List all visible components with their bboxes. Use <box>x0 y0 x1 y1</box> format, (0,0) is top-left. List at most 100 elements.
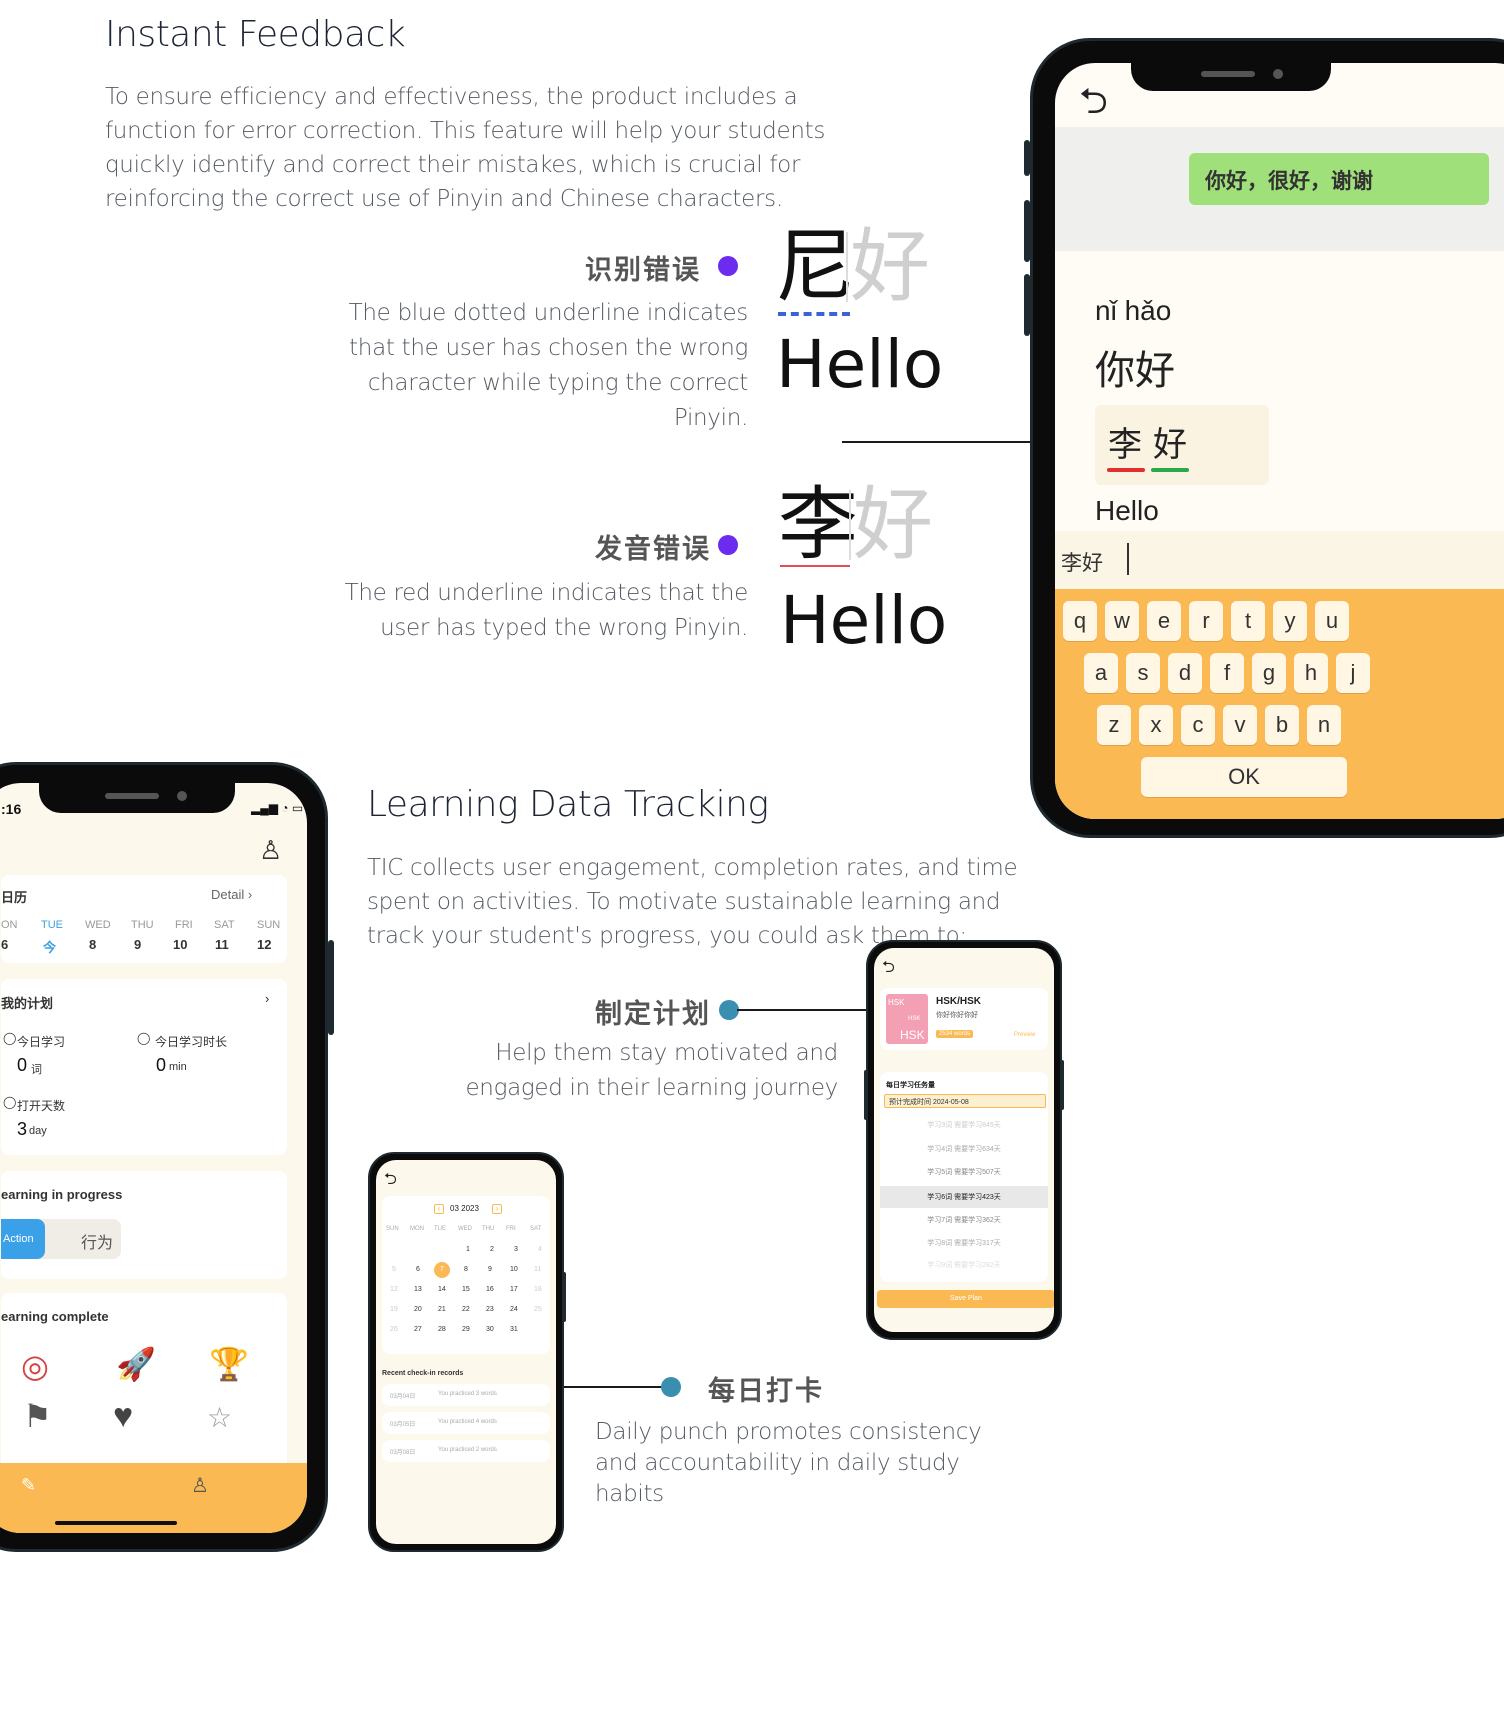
cal-day[interactable]: 18 <box>534 1286 542 1293</box>
weekday-tue: TUE <box>41 919 63 931</box>
phone-side-button <box>1024 140 1030 176</box>
cal-day[interactable]: 4 <box>538 1246 542 1253</box>
cal-day[interactable]: 6 <box>416 1266 420 1273</box>
cover-text-2: HSK <box>908 1016 921 1022</box>
cal-day[interactable]: 21 <box>438 1306 446 1313</box>
key-j[interactable]: j <box>1336 653 1370 693</box>
cal-day[interactable]: 28 <box>438 1326 446 1333</box>
key-d[interactable]: d <box>1168 653 1202 693</box>
day-8[interactable]: 8 <box>89 937 96 952</box>
action-cn-tab[interactable]: 行为 <box>81 1229 113 1253</box>
cal-day[interactable]: 17 <box>510 1286 518 1293</box>
key-u[interactable]: u <box>1315 601 1349 641</box>
user-icon[interactable]: ♙ <box>191 1473 209 1498</box>
cal-day[interactable]: 3 <box>514 1246 518 1253</box>
chevron-right-icon[interactable]: › <box>265 991 269 1006</box>
phone-calendar-screen: ⮌ ‹ 03 2023 › SUN MON TUE WED THU FRI SA… <box>376 1160 556 1544</box>
cal-day[interactable]: 11 <box>534 1266 541 1273</box>
cal-day[interactable]: 25 <box>534 1306 542 1313</box>
option-1[interactable]: 学习3词 需要学习845天 <box>880 1120 1048 1130</box>
key-r[interactable]: r <box>1189 601 1223 641</box>
book-sub: 你好你好你好 <box>936 1012 978 1019</box>
cal-day[interactable]: 31 <box>510 1326 518 1333</box>
cal-day[interactable]: 14 <box>438 1286 446 1293</box>
input-text: 李好 <box>1061 552 1103 575</box>
cal-day[interactable]: 1 <box>466 1246 470 1253</box>
cal-day[interactable]: 22 <box>462 1306 470 1313</box>
key-q[interactable]: q <box>1063 601 1097 641</box>
option-6[interactable]: 学习8词 需要学习317天 <box>880 1238 1048 1248</box>
status-icons: ▂▄▆ ◔ ▭ <box>251 801 304 815</box>
cal-day[interactable]: 29 <box>462 1326 470 1333</box>
option-5[interactable]: 学习7词 需要学习362天 <box>880 1215 1048 1225</box>
key-y[interactable]: y <box>1273 601 1307 641</box>
cal-day[interactable]: 5 <box>392 1266 396 1273</box>
option-4[interactable]: 学习6词 需要学习423天 <box>880 1192 1048 1202</box>
day-12[interactable]: 12 <box>257 937 271 952</box>
cal-day-today[interactable]: 7 <box>434 1262 450 1278</box>
section-body-learning-data: TIC collects user engagement, completion… <box>367 855 1018 949</box>
cal-day[interactable]: 10 <box>510 1266 518 1273</box>
feature-desc-punch: Daily punch promotes consistency and acc… <box>595 1419 982 1507</box>
cal-day[interactable]: 23 <box>486 1306 494 1313</box>
key-t[interactable]: t <box>1231 601 1265 641</box>
cal-day[interactable]: 16 <box>486 1286 494 1293</box>
answer-char-1: 李 <box>1108 426 1142 464</box>
cal-day[interactable]: 2 <box>490 1246 494 1253</box>
key-x[interactable]: x <box>1139 705 1173 745</box>
cal-day[interactable]: 20 <box>414 1306 422 1313</box>
back-arrow-icon-plan[interactable]: ⮌ <box>882 956 895 983</box>
back-arrow-icon-calendar[interactable]: ⮌ <box>384 1168 397 1195</box>
key-f[interactable]: f <box>1210 653 1244 693</box>
plan-card[interactable]: 我的计划 › ◯ 今日学习 0 词 ◯ 今日学习时长 0 min ◯ 打开天数 … <box>1 979 287 1155</box>
input-bar[interactable] <box>1055 531 1504 589</box>
key-w[interactable]: w <box>1105 601 1139 641</box>
phone-home: :16 ▂▄▆ ◔ ▭ ♙ 日历 Detail › ON TUE WED THU… <box>0 762 328 1552</box>
ok-button[interactable]: OK <box>1141 757 1347 797</box>
pencil-icon[interactable]: ✎ <box>21 1475 36 1496</box>
section-title-instant-feedback: Instant Feedback <box>105 14 406 55</box>
preview-link[interactable]: Preview <box>1014 1032 1035 1038</box>
next-month-icon[interactable]: › <box>492 1204 502 1214</box>
key-g[interactable]: g <box>1252 653 1286 693</box>
key-z[interactable]: z <box>1097 705 1131 745</box>
answer-char-2: 好 <box>1153 426 1187 464</box>
option-2[interactable]: 学习4词 需要学习634天 <box>880 1144 1048 1154</box>
day-6[interactable]: 6 <box>1 937 8 952</box>
prev-month-icon[interactable]: ‹ <box>434 1204 444 1214</box>
cal-day[interactable]: 9 <box>488 1266 492 1273</box>
cal-day[interactable]: 8 <box>464 1266 468 1273</box>
cal-day[interactable]: 15 <box>462 1286 470 1293</box>
cal-day[interactable]: 30 <box>486 1326 494 1333</box>
key-a[interactable]: a <box>1084 653 1118 693</box>
day-today[interactable]: 今 <box>43 937 56 956</box>
book-card[interactable]: HSK HSK HSK HSK/HSK 你好你好你好 2534 words Pr… <box>880 988 1048 1050</box>
cal-day[interactable]: 24 <box>510 1306 518 1313</box>
cal-day[interactable]: 12 <box>390 1286 398 1293</box>
key-s[interactable]: s <box>1126 653 1160 693</box>
key-n[interactable]: n <box>1307 705 1341 745</box>
day-10[interactable]: 10 <box>173 937 187 952</box>
cal-day[interactable]: 26 <box>390 1326 398 1333</box>
phone-home-side-button <box>328 940 334 1035</box>
cal-day[interactable]: 19 <box>390 1306 398 1313</box>
key-c[interactable]: c <box>1181 705 1215 745</box>
detail-link[interactable]: Detail › <box>211 887 252 902</box>
today-time-unit: min <box>169 1061 187 1073</box>
cal-day[interactable]: 27 <box>414 1326 422 1333</box>
key-h[interactable]: h <box>1294 653 1328 693</box>
option-3[interactable]: 学习5词 需要学习507天 <box>880 1167 1048 1177</box>
cal-day[interactable]: 13 <box>414 1286 422 1293</box>
checkin-value: 3 <box>17 1119 28 1139</box>
key-b[interactable]: b <box>1265 705 1299 745</box>
phone-home-screen: :16 ▂▄▆ ◔ ▭ ♙ 日历 Detail › ON TUE WED THU… <box>0 783 307 1533</box>
action-tab[interactable]: Action <box>1 1219 45 1259</box>
day-9[interactable]: 9 <box>134 937 141 952</box>
key-e[interactable]: e <box>1147 601 1181 641</box>
profile-icon[interactable]: ♙ <box>259 835 282 866</box>
key-v[interactable]: v <box>1223 705 1257 745</box>
record-date: 03月04日 <box>390 1394 416 1400</box>
option-7[interactable]: 学习9词 需要学习282天 <box>880 1260 1048 1270</box>
save-plan-button[interactable]: Save Plan <box>877 1290 1054 1308</box>
day-11[interactable]: 11 <box>215 937 229 952</box>
